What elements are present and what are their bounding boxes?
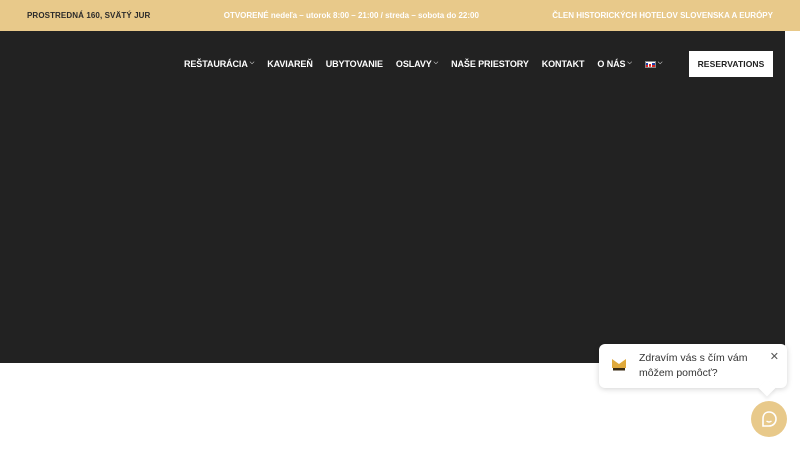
- chat-message: Zdravím vás s čím vám môžem pomôcť?: [639, 352, 748, 379]
- scrollbar-track[interactable]: [785, 31, 800, 363]
- restaurant-logo-icon: [611, 356, 627, 372]
- nav-item-label: NAŠE PRIESTORY: [451, 59, 529, 69]
- nav-item-label: UBYTOVANIE: [325, 59, 383, 69]
- chat-launcher-button[interactable]: [751, 401, 787, 437]
- slovak-flag-icon: [644, 60, 656, 68]
- nav-item-label: O NÁS: [597, 59, 626, 69]
- close-icon[interactable]: ✕: [770, 350, 779, 363]
- nav-item-nase-priestory[interactable]: NAŠE PRIESTORY: [451, 59, 529, 69]
- nav-item-label: KAVIAREŇ: [267, 59, 313, 69]
- chevron-down-icon: ⌵: [657, 59, 663, 66]
- nav-item-restauracia[interactable]: REŠTAURÁCIA ⌵: [184, 59, 254, 69]
- chevron-down-icon: ⌵: [433, 59, 439, 66]
- nav-item-oslavy[interactable]: OSLAVY ⌵: [396, 59, 438, 69]
- main-navigation: REŠTAURÁCIA ⌵ KAVIAREŇ UBYTOVANIE OSLAVY ⌵…: [184, 57, 675, 71]
- chevron-down-icon: ⌵: [627, 59, 632, 66]
- nav-item-label: REŠTAURÁCIA: [184, 59, 248, 69]
- chat-greeting-bubble: Zdravím vás s čím vám môžem pomôcť? ✕: [599, 344, 787, 388]
- nav-item-label: KONTAKT: [541, 59, 585, 69]
- top-info-bar: PROSTREDNÁ 160, SVÄTÝ JUR OTVORENÉ nedeľ…: [0, 0, 800, 31]
- hero-section: [0, 31, 785, 363]
- language-switcher[interactable]: ⌵: [644, 59, 663, 68]
- reservations-button[interactable]: RESERVATIONS: [689, 51, 773, 77]
- opening-hours-text: OTVORENÉ nedeľa – utorok 8:00 – 21:00 / …: [223, 11, 479, 20]
- nav-item-label: OSLAVY: [395, 59, 432, 69]
- address-text: PROSTREDNÁ 160, SVÄTÝ JUR: [27, 11, 151, 20]
- nav-item-o-nas[interactable]: O NÁS ⌵: [597, 59, 632, 69]
- chat-icon: [762, 411, 777, 427]
- chevron-down-icon: ⌵: [249, 59, 255, 66]
- nav-item-kaviaren[interactable]: KAVIAREŇ: [267, 59, 313, 69]
- membership-text: ČLEN HISTORICKÝCH HOTELOV SLOVENSKA A EU…: [552, 11, 773, 20]
- nav-item-kontakt[interactable]: KONTAKT: [542, 59, 585, 69]
- nav-item-ubytovanie[interactable]: UBYTOVANIE: [326, 59, 383, 69]
